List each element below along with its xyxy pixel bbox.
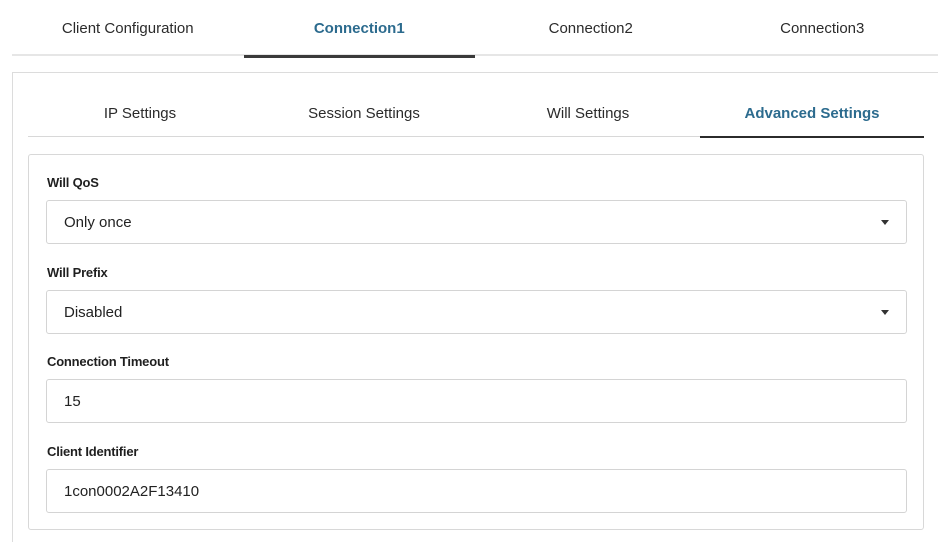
will-qos-value: Only once <box>64 213 132 231</box>
tab-will-settings[interactable]: Will Settings <box>476 90 700 137</box>
connection-timeout-label: Connection Timeout <box>47 354 169 369</box>
tab-client-configuration[interactable]: Client Configuration <box>12 0 244 56</box>
connection-tabs: Client Configuration Connection1 Connect… <box>12 0 938 58</box>
tab-advanced-settings[interactable]: Advanced Settings <box>700 90 924 138</box>
tab-connection3[interactable]: Connection3 <box>707 0 938 56</box>
caret-down-icon <box>881 220 889 225</box>
tab-connection2[interactable]: Connection2 <box>475 0 707 56</box>
client-identifier-label: Client Identifier <box>47 444 139 459</box>
tab-ip-settings[interactable]: IP Settings <box>28 90 252 137</box>
will-prefix-value: Disabled <box>64 303 123 321</box>
client-identifier-input[interactable] <box>46 469 907 513</box>
tab-connection1[interactable]: Connection1 <box>243 0 476 58</box>
caret-down-icon <box>881 310 889 315</box>
connection-timeout-input[interactable] <box>46 379 907 423</box>
will-qos-select[interactable]: Only once <box>46 200 907 244</box>
will-prefix-label: Will Prefix <box>47 265 108 280</box>
will-qos-label: Will QoS <box>47 175 99 190</box>
will-prefix-select[interactable]: Disabled <box>46 290 907 334</box>
settings-tabs: IP Settings Session Settings Will Settin… <box>28 90 924 138</box>
tab-session-settings[interactable]: Session Settings <box>252 90 476 137</box>
